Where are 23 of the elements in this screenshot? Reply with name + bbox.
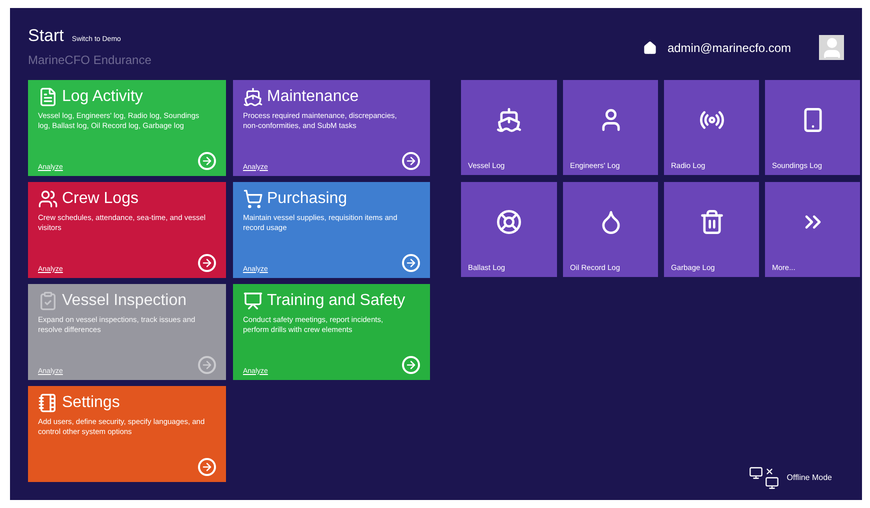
module-title: Crew Logs xyxy=(62,189,138,209)
presentation-icon xyxy=(243,291,263,311)
cart-icon xyxy=(243,189,263,209)
module-title: Vessel Inspection xyxy=(62,291,187,311)
home-icon[interactable] xyxy=(643,40,658,54)
people-icon xyxy=(38,189,58,209)
notebook-icon xyxy=(38,393,58,413)
offline-computers-icon[interactable] xyxy=(748,466,779,490)
module-title: Log Activity xyxy=(62,87,143,107)
page-title: Start xyxy=(28,25,64,47)
trash-icon xyxy=(698,208,724,235)
lifebuoy-icon xyxy=(496,208,522,235)
module-title: Settings xyxy=(62,393,120,413)
vessel-name: MarineCFO Endurance xyxy=(28,52,152,68)
module-title: Training and Safety xyxy=(267,291,406,311)
module-title: Maintenance xyxy=(267,87,359,107)
user-email: admin@marinecfo.com xyxy=(667,40,791,56)
ship-icon xyxy=(243,87,263,107)
offline-mode-label: Offline Mode xyxy=(786,472,832,484)
document-icon xyxy=(38,87,58,107)
module-title: Purchasing xyxy=(267,189,348,209)
ship-icon xyxy=(496,106,522,133)
clipboard-icon xyxy=(38,291,58,311)
